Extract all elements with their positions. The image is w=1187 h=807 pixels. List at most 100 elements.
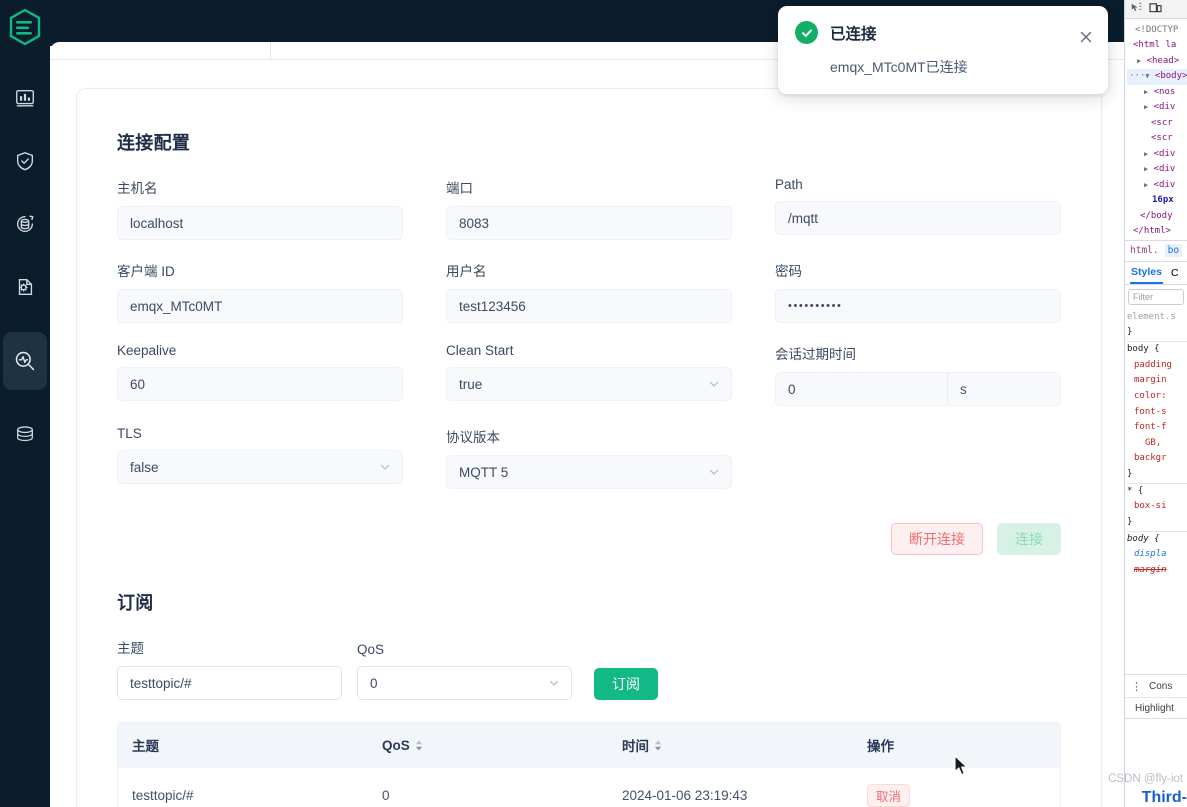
- sort-arrows-icon[interactable]: [654, 740, 662, 751]
- dom-line[interactable]: ▶ <div: [1127, 178, 1187, 193]
- column-header-topic: 主题: [132, 735, 382, 755]
- dom-line[interactable]: </body: [1127, 209, 1187, 224]
- dom-line[interactable]: </html>: [1127, 224, 1187, 239]
- subscribe-button[interactable]: 订阅: [594, 668, 658, 700]
- client-id-input[interactable]: emqx_MTc0MT: [117, 289, 403, 323]
- dom-line[interactable]: <scr: [1127, 116, 1187, 131]
- css-line[interactable]: GB,: [1127, 436, 1187, 452]
- dom-line[interactable]: ▶ <nos: [1127, 85, 1187, 100]
- host-label: 主机名: [117, 181, 158, 196]
- clean-start-select[interactable]: true: [446, 367, 732, 401]
- password-input[interactable]: ••••••••••: [775, 289, 1061, 323]
- column-label: 时间: [622, 739, 649, 754]
- chevron-down-icon: [708, 378, 720, 390]
- subscribe-qos-select[interactable]: 0: [357, 666, 572, 700]
- tab-computed[interactable]: C: [1171, 267, 1179, 279]
- drawer-tabs: ⋮ Cons: [1125, 675, 1187, 697]
- expand-arrow-icon[interactable]: ▶: [1144, 181, 1148, 189]
- database-refresh-icon: [14, 213, 36, 235]
- emqx-logo[interactable]: [3, 4, 47, 50]
- port-input[interactable]: 8083: [446, 206, 732, 240]
- success-check-icon: [795, 21, 818, 44]
- dom-line[interactable]: 16px: [1127, 193, 1187, 208]
- session-expiry-input-group: 0 s: [775, 372, 1061, 406]
- dom-line[interactable]: ▶ <div: [1127, 100, 1187, 115]
- breadcrumb-html[interactable]: html.: [1130, 245, 1159, 256]
- column-header-qos[interactable]: QoS: [382, 738, 622, 753]
- column-header-time[interactable]: 时间: [622, 735, 867, 755]
- protocol-version-label: 协议版本: [446, 430, 500, 445]
- expand-arrow-icon[interactable]: ▶: [1144, 88, 1148, 96]
- table-row[interactable]: testtopic/# 0 2024-01-06 23:19:43 取消: [118, 767, 1060, 807]
- toast-header: 已连接: [795, 21, 1091, 44]
- connect-button[interactable]: 连接: [997, 523, 1061, 555]
- subscribe-topic-input[interactable]: testtopic/#: [117, 666, 342, 700]
- mouse-pointer-icon: [954, 755, 969, 782]
- dom-line[interactable]: ▶ <div: [1127, 162, 1187, 177]
- dom-line-body[interactable]: ···▼ <body>: [1127, 69, 1187, 85]
- cancel-subscription-button[interactable]: 取消: [867, 783, 911, 807]
- dom-line[interactable]: <html la: [1127, 38, 1187, 53]
- dom-line[interactable]: ▶ <head>: [1127, 54, 1187, 69]
- css-line[interactable]: margin: [1127, 563, 1187, 579]
- css-line[interactable]: backgr: [1127, 451, 1187, 467]
- username-input[interactable]: test123456: [446, 289, 732, 323]
- analytics-search-icon: [13, 349, 37, 373]
- css-line[interactable]: font-f: [1127, 420, 1187, 436]
- inspect-element-icon[interactable]: [1130, 2, 1142, 17]
- column-label: 主题: [132, 739, 159, 754]
- clean-start-value: true: [459, 376, 483, 392]
- drawer-highlight-row[interactable]: Highlight: [1125, 697, 1187, 719]
- expand-arrow-icon[interactable]: ▶: [1137, 57, 1141, 65]
- field-spacer: [775, 426, 1061, 489]
- expand-arrow-icon[interactable]: ▶: [1144, 150, 1148, 158]
- expand-arrow-icon[interactable]: ▶: [1144, 103, 1148, 111]
- field-username: 用户名 test123456: [446, 260, 732, 323]
- close-icon[interactable]: [1078, 29, 1094, 45]
- breadcrumb-body[interactable]: bo: [1164, 244, 1183, 258]
- dom-line[interactable]: ▶ <div: [1127, 147, 1187, 162]
- devtools-panel: <!DOCTYP <html la ▶ <head> ···▼ <body> ▶…: [1124, 0, 1187, 807]
- device-toolbar-icon[interactable]: [1149, 2, 1162, 16]
- column-label: QoS: [382, 737, 410, 753]
- subscribe-qos-label: QoS: [357, 642, 385, 657]
- tab-styles[interactable]: Styles: [1130, 262, 1163, 284]
- expand-arrow-icon[interactable]: ▶: [1144, 165, 1148, 173]
- css-line[interactable]: margin: [1127, 373, 1187, 389]
- sidebar-item-data[interactable]: [7, 206, 43, 242]
- password-value: ••••••••••: [788, 300, 843, 312]
- more-options-icon[interactable]: ⋮: [1131, 680, 1142, 693]
- css-line[interactable]: color:: [1127, 389, 1187, 405]
- disconnect-button[interactable]: 断开连接: [891, 523, 983, 555]
- sort-arrows-icon[interactable]: [415, 740, 423, 751]
- connection-buttons: 断开连接 连接: [117, 523, 1061, 555]
- sidebar-item-analytics[interactable]: [3, 332, 47, 390]
- session-expiry-input[interactable]: 0: [776, 373, 947, 405]
- tab-stub[interactable]: [51, 42, 271, 59]
- connection-config-title: 连接配置: [117, 133, 191, 153]
- tab-console[interactable]: Cons: [1149, 681, 1172, 692]
- css-line[interactable]: font-s: [1127, 405, 1187, 421]
- toast-title: 已连接: [830, 25, 877, 43]
- host-input[interactable]: localhost: [117, 206, 403, 240]
- sidebar-item-security[interactable]: [7, 143, 43, 179]
- dom-line[interactable]: <!DOCTYP: [1127, 23, 1187, 38]
- tls-select[interactable]: false: [117, 450, 403, 484]
- protocol-version-select[interactable]: MQTT 5: [446, 455, 732, 489]
- sidebar-item-settings[interactable]: [7, 269, 43, 305]
- path-input[interactable]: /mqtt: [775, 201, 1061, 235]
- css-line: body {: [1127, 533, 1160, 544]
- chevron-down-icon: [708, 466, 720, 478]
- css-line[interactable]: displa: [1127, 547, 1187, 563]
- column-label: 操作: [867, 739, 894, 754]
- dom-line[interactable]: <scr: [1127, 131, 1187, 146]
- collapse-arrow-icon[interactable]: ▼: [1145, 72, 1149, 80]
- css-line[interactable]: padding: [1127, 358, 1187, 374]
- sidebar-item-dashboard[interactable]: [7, 80, 43, 116]
- css-line[interactable]: box-si: [1127, 499, 1187, 515]
- subscribe-title: 订阅: [117, 593, 154, 613]
- styles-filter-input[interactable]: Filter: [1128, 288, 1184, 305]
- sidebar-item-layers[interactable]: [7, 417, 43, 453]
- keepalive-input[interactable]: 60: [117, 367, 403, 401]
- chevron-down-icon: [379, 461, 391, 473]
